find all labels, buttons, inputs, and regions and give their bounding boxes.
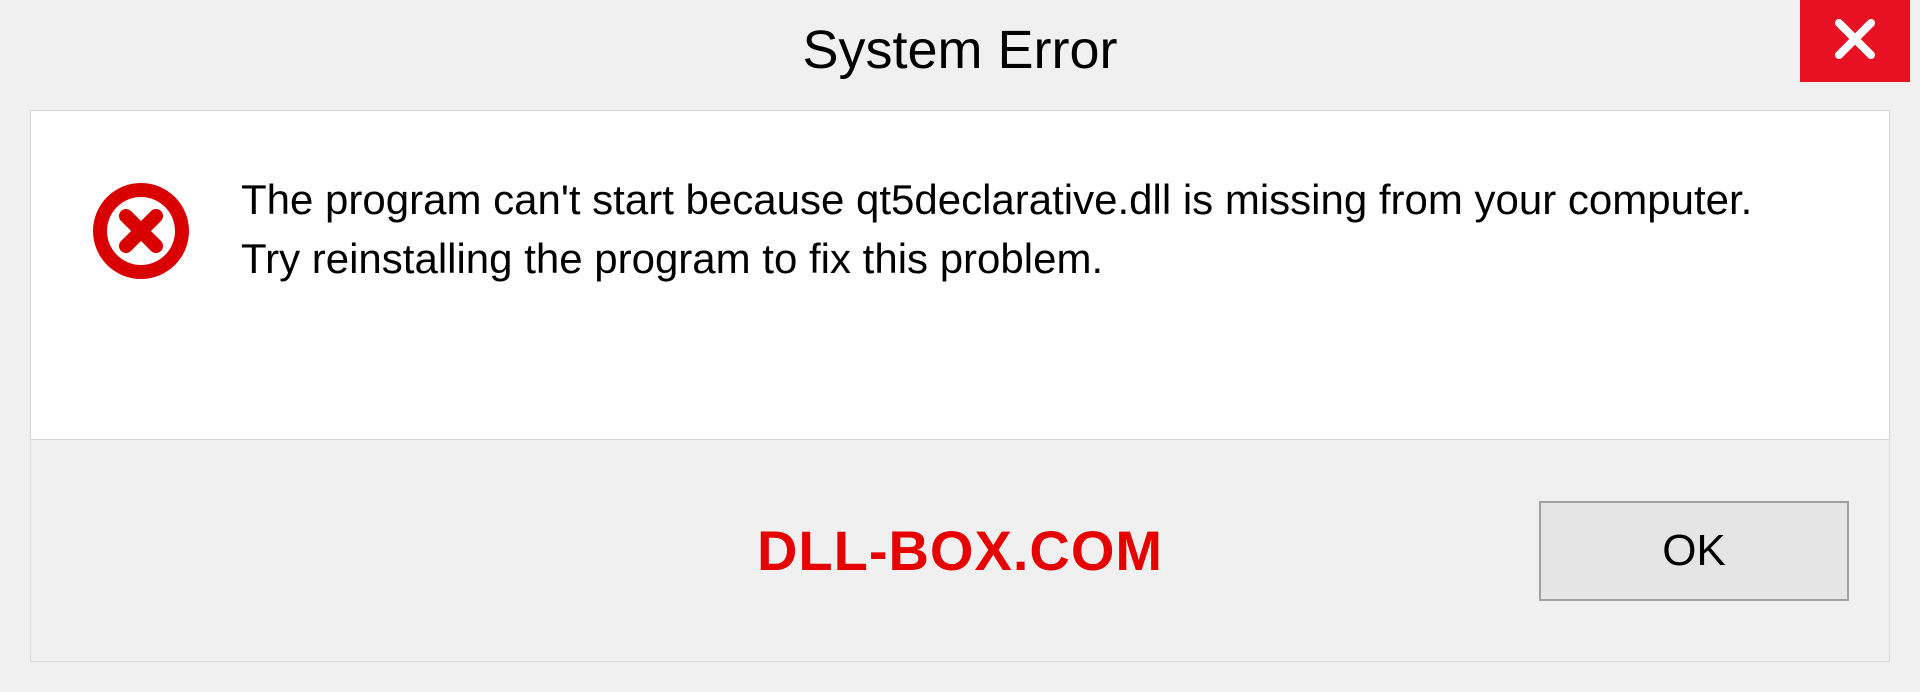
watermark-text: DLL-BOX.COM — [757, 518, 1163, 583]
error-dialog: System Error The program can't start bec… — [0, 0, 1920, 692]
ok-button[interactable]: OK — [1539, 501, 1849, 601]
dialog-title: System Error — [802, 19, 1117, 81]
content-panel: The program can't start because qt5decla… — [30, 110, 1890, 440]
close-button[interactable] — [1800, 0, 1910, 82]
close-icon — [1831, 15, 1879, 68]
error-icon — [91, 181, 191, 281]
titlebar: System Error — [0, 0, 1920, 100]
error-message: The program can't start because qt5decla… — [241, 171, 1801, 289]
dialog-footer: DLL-BOX.COM OK — [30, 440, 1890, 662]
